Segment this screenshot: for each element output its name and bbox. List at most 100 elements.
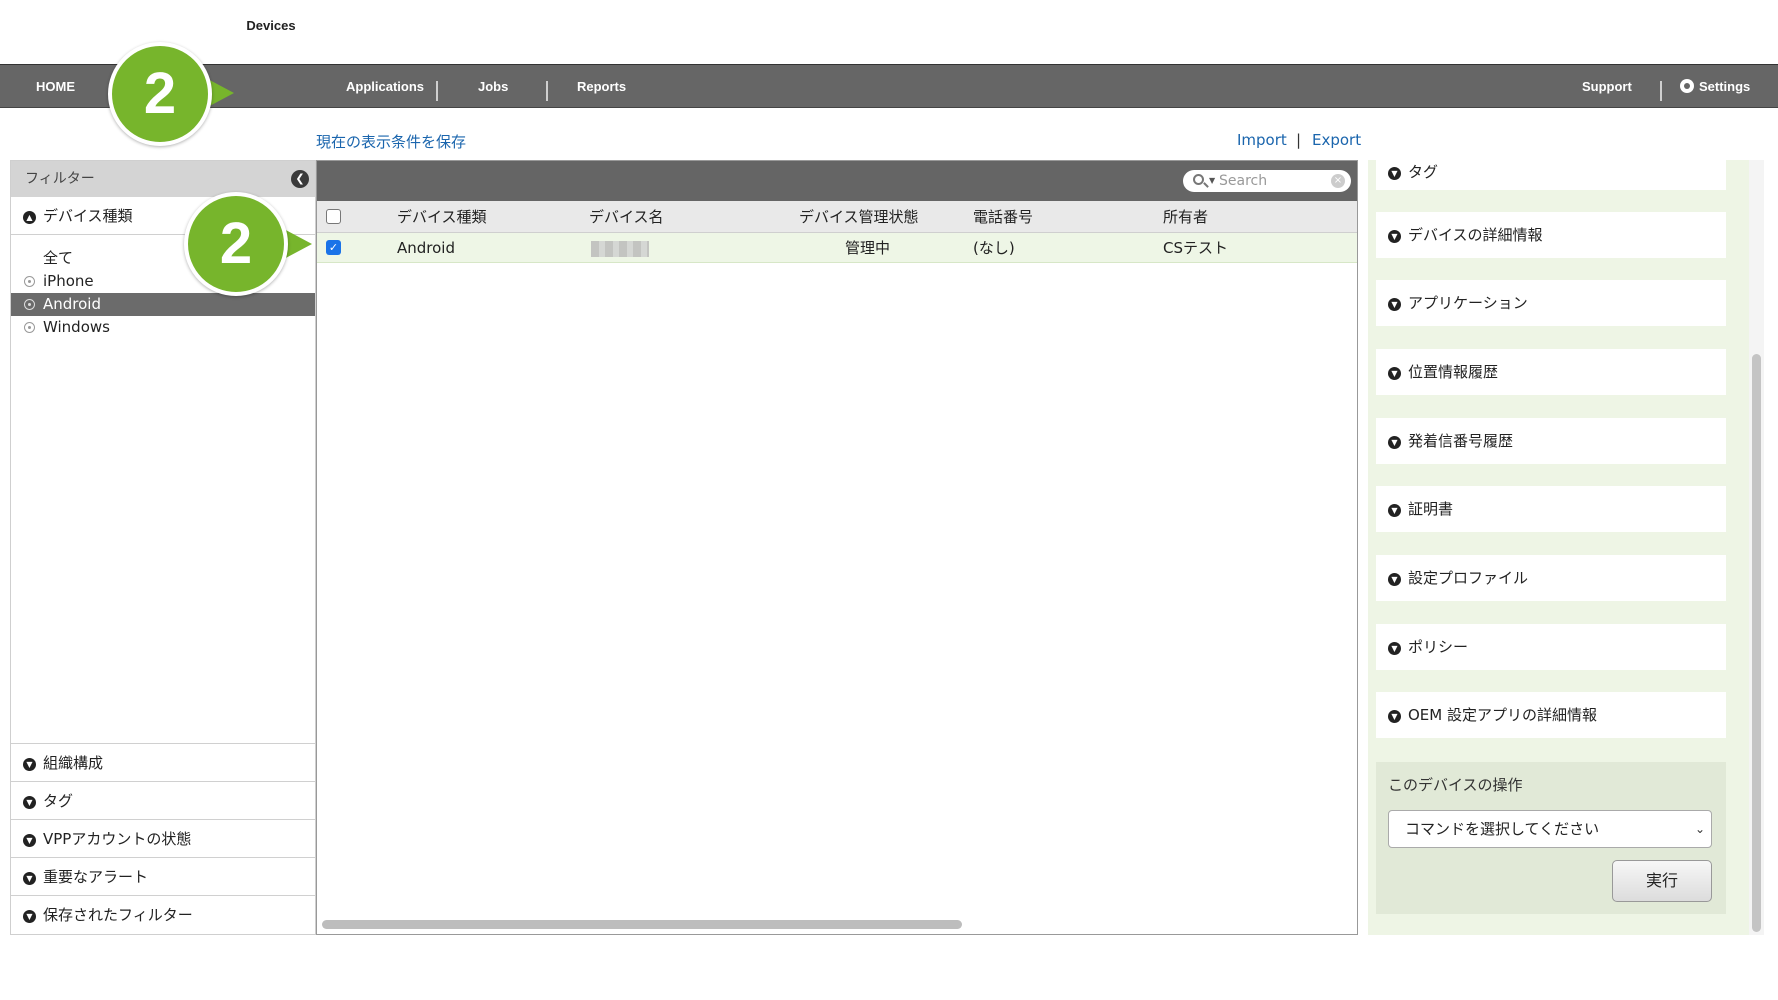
vpp-section[interactable]: ▼ VPPアカウントの状態 — [11, 819, 315, 857]
section-label: 証明書 — [1408, 500, 1454, 518]
section-label: デバイスの詳細情報 — [1408, 226, 1543, 244]
chevron-down-icon: ▼ — [23, 834, 36, 847]
link-separator: | — [1296, 131, 1302, 149]
column-header[interactable]: 所有者 — [1163, 201, 1208, 233]
section-label: タグ — [43, 792, 74, 810]
filter-item-label: iPhone — [43, 272, 94, 290]
command-select-value: コマンドを選択してください — [1405, 820, 1600, 838]
device-name-redacted — [591, 241, 649, 257]
org-structure-section[interactable]: ▼ 組織構成 — [11, 743, 315, 781]
chevron-down-icon: ▼ — [1388, 298, 1401, 311]
alerts-section[interactable]: ▼ 重要なアラート — [11, 857, 315, 895]
detail-section-policies[interactable]: ▼ ポリシー — [1376, 624, 1726, 670]
filter-title: フィルター — [25, 171, 95, 187]
detail-section-certificates[interactable]: ▼ 証明書 — [1376, 486, 1726, 532]
detail-section-applications[interactable]: ▼ アプリケーション — [1376, 280, 1726, 326]
import-link[interactable]: Import — [1237, 131, 1287, 149]
operations-title: このデバイスの操作 — [1388, 776, 1523, 794]
nav-applications[interactable]: Applications — [346, 65, 424, 109]
save-view-link[interactable]: 現在の表示条件を保存 — [316, 131, 466, 152]
cell-phone: (なし) — [973, 239, 1015, 257]
clear-icon[interactable]: × — [1331, 174, 1345, 188]
cell-device-type: Android — [397, 239, 455, 257]
search-placeholder: Search — [1219, 173, 1268, 189]
row-checkbox[interactable]: ✓ — [326, 240, 341, 255]
section-label: 発着信番号履歴 — [1408, 432, 1514, 450]
section-label: 組織構成 — [43, 754, 104, 772]
chevron-up-icon: ▲ — [23, 211, 36, 224]
vertical-scrollbar[interactable] — [1752, 354, 1761, 932]
table-header: デバイス種類 デバイス名 デバイス管理状態 電話番号 所有者 — [317, 201, 1357, 233]
gear-icon — [1680, 79, 1694, 93]
saved-filters-section[interactable]: ▼ 保存されたフィルター — [11, 895, 315, 933]
filter-item-label: Android — [43, 295, 101, 313]
chevron-down-icon: ▼ — [1388, 367, 1401, 380]
column-header[interactable]: デバイス管理状態 — [799, 201, 919, 233]
detail-section-location[interactable]: ▼ 位置情報履歴 — [1376, 349, 1726, 395]
column-header[interactable]: デバイス名 — [589, 201, 664, 233]
caret-down-icon: ▼ — [1209, 176, 1216, 185]
device-operations: このデバイスの操作 コマンドを選択してください ⌄ 実行 — [1376, 762, 1726, 914]
radio-icon — [24, 299, 35, 310]
chevron-down-icon: ▼ — [1388, 436, 1401, 449]
column-header[interactable]: デバイス種類 — [397, 201, 487, 233]
table-toolbar: ▼ Search × — [317, 161, 1357, 201]
nav-support[interactable]: Support — [1582, 65, 1632, 109]
section-label: タグ — [1408, 163, 1439, 181]
nav-settings-label: Settings — [1699, 79, 1751, 94]
select-all-checkbox[interactable] — [326, 209, 341, 224]
filter-bottom-sections: ▼ 組織構成 ▼ タグ ▼ VPPアカウントの状態 ▼ 重要なアラート ▼ 保存されたフィ… — [11, 743, 315, 933]
tag-section[interactable]: ▼ タグ — [11, 781, 315, 819]
horizontal-scrollbar[interactable] — [322, 920, 962, 929]
chevron-down-icon: ▼ — [23, 796, 36, 809]
filter-item-label: 全て — [43, 249, 74, 267]
section-label: VPPアカウントの状態 — [43, 830, 192, 848]
search-icon — [1193, 174, 1204, 185]
column-header[interactable]: 電話番号 — [973, 201, 1033, 233]
nav-devices-tab[interactable]: Devices — [216, 4, 326, 46]
cell-status: 管理中 — [845, 239, 891, 257]
chevron-down-icon: ▼ — [1388, 573, 1401, 586]
section-label: アプリケーション — [1408, 294, 1528, 312]
filter-item-windows[interactable]: Windows — [11, 316, 315, 339]
device-detail-panel: ▼ タグ ▼ デバイスの詳細情報 ▼ アプリケーション ▼ 位置情報履歴 ▼ 発着信番号履… — [1368, 154, 1756, 935]
detail-section-tag[interactable]: ▼ タグ — [1376, 154, 1726, 190]
collapse-sidebar-icon[interactable]: ❮ — [291, 170, 309, 188]
detail-section-profiles[interactable]: ▼ 設定プロファイル — [1376, 555, 1726, 601]
nav-separator — [1660, 81, 1662, 101]
device-table-panel: ▼ Search × デバイス種類 デバイス名 デバイス管理状態 電話番号 所有… — [316, 160, 1358, 935]
device-type-section-label: デバイス種類 — [43, 207, 133, 225]
nav-separator — [436, 81, 438, 101]
radio-icon — [24, 276, 35, 287]
chevron-down-icon: ▼ — [23, 872, 36, 885]
chevron-down-icon: ▼ — [1388, 504, 1401, 517]
top-nav: HOME Applications Jobs Reports Support S… — [0, 64, 1778, 108]
nav-home[interactable]: HOME — [36, 65, 75, 109]
nav-separator — [546, 81, 548, 101]
chevron-down-icon: ⌄ — [1694, 822, 1705, 836]
detail-section-device-info[interactable]: ▼ デバイスの詳細情報 — [1376, 212, 1726, 258]
run-button[interactable]: 実行 — [1612, 860, 1712, 902]
cell-owner: CSテスト — [1163, 239, 1228, 257]
chevron-down-icon: ▼ — [1388, 642, 1401, 655]
section-label: 重要なアラート — [43, 868, 149, 886]
filter-header: フィルター ❮ — [11, 161, 315, 197]
section-label: OEM 設定アプリの詳細情報 — [1408, 706, 1597, 724]
section-label: ポリシー — [1408, 638, 1469, 656]
search-input[interactable]: ▼ Search × — [1183, 170, 1351, 192]
radio-icon — [24, 322, 35, 333]
table-row[interactable]: ✓ Android 管理中 (なし) CSテスト — [317, 233, 1357, 263]
chevron-down-icon: ▼ — [1388, 230, 1401, 243]
section-label: 位置情報履歴 — [1408, 363, 1499, 381]
nav-jobs[interactable]: Jobs — [478, 65, 508, 109]
chevron-down-icon: ▼ — [23, 910, 36, 923]
detail-section-call-history[interactable]: ▼ 発着信番号履歴 — [1376, 418, 1726, 464]
export-link[interactable]: Export — [1312, 131, 1361, 149]
nav-settings[interactable]: Settings — [1680, 65, 1750, 109]
filter-item-label: Windows — [43, 318, 110, 336]
chevron-down-icon: ▼ — [1388, 710, 1401, 723]
nav-reports[interactable]: Reports — [577, 65, 626, 109]
detail-section-oem[interactable]: ▼ OEM 設定アプリの詳細情報 — [1376, 692, 1726, 738]
command-select[interactable]: コマンドを選択してください ⌄ — [1388, 810, 1712, 848]
filter-item-android[interactable]: Android — [11, 293, 315, 316]
